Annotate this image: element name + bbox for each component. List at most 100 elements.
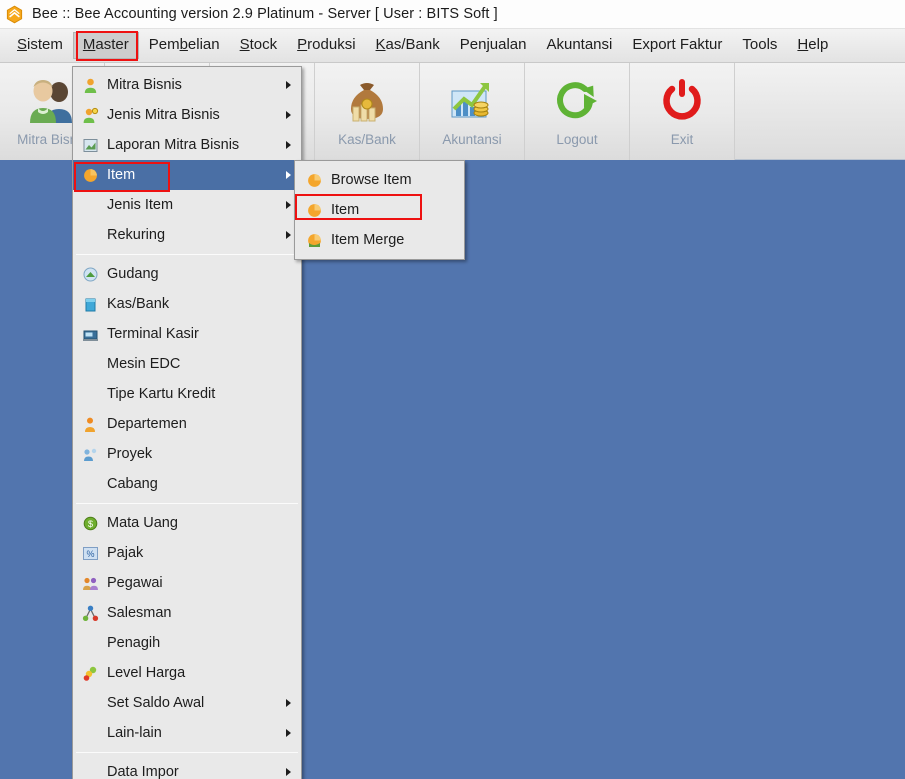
menu-label: Departemen [107,416,187,432]
menu-item-laporan-mitra-bisnis[interactable]: Laporan Mitra Bisnis [73,130,301,160]
menu-item-level-harga[interactable]: Level Harga [73,658,301,688]
blue-project-icon [81,445,99,463]
application-window: Bee :: Bee Accounting version 2.9 Platin… [0,0,905,779]
menu-item-gudang[interactable]: Gudang [73,259,301,289]
menu-tools[interactable]: Tools [732,32,787,59]
salesman-network-icon [81,604,99,622]
menu-label: Pegawai [107,575,163,591]
no-icon [81,634,99,652]
menu-export-faktur[interactable]: Export Faktur [622,32,732,59]
menu-label: Lain-lain [107,725,162,741]
menu-item-departemen[interactable]: Departemen [73,409,301,439]
chevron-right-icon [286,201,291,209]
blue-cash-icon [81,295,99,313]
title-bar: Bee :: Bee Accounting version 2.9 Platin… [0,0,905,29]
menu-penjualan[interactable]: Penjualan [450,32,537,59]
submenu-item-item[interactable]: Item [295,195,464,225]
cash-register-icon [81,325,99,343]
window-title: Bee :: Bee Accounting version 2.9 Platin… [32,6,498,22]
toolbar-button-akuntansi[interactable]: Akuntansi [420,63,525,160]
menu-master[interactable]: Master [72,32,139,59]
menu-label: Laporan Mitra Bisnis [107,137,240,153]
menu-item-lain-lain[interactable]: Lain-lain [73,718,301,748]
menu-item-jenis-item[interactable]: Jenis Item [73,190,301,220]
submenu-item-browse-item[interactable]: Browse Item [295,165,464,195]
no-icon [81,355,99,373]
menu-label: Item [331,202,360,218]
menu-label: Salesman [107,605,172,621]
menu-item-mata-uang[interactable]: $ Mata Uang [73,508,301,538]
menu-item-penagih[interactable]: Penagih [73,628,301,658]
report-page-icon [81,136,99,154]
menu-label: Kas/Bank [107,296,170,312]
menu-item-salesman[interactable]: Salesman [73,598,301,628]
orange-box-item-icon [305,201,323,219]
menu-item-data-impor[interactable]: Data Impor [73,757,301,779]
menu-label: Tipe Kartu Kredit [107,386,216,402]
two-people-icon [26,74,78,126]
menu-label: Data Impor [107,764,179,779]
menu-item-pajak[interactable]: % Pajak [73,538,301,568]
menu-label: Terminal Kasir [107,326,199,342]
orange-person-icon [81,76,99,94]
menu-item-set-saldo-awal[interactable]: Set Saldo Awal [73,688,301,718]
menu-item-rekuring[interactable]: Rekuring [73,220,301,250]
menu-item-jenis-mitra-bisnis[interactable]: Jenis Mitra Bisnis [73,100,301,130]
menu-item-kas-bank[interactable]: Kas/Bank [73,289,301,319]
menu-label: Jenis Item [107,197,174,213]
toolbar-button-exit[interactable]: Exit [630,63,735,160]
menu-separator [76,254,298,255]
menu-item-terminal-kasir[interactable]: Terminal Kasir [73,319,301,349]
toolbar-button-logout[interactable]: Logout [525,63,630,160]
menu-akuntansi[interactable]: Akuntansi [536,32,622,59]
person-key-icon [81,106,99,124]
menu-item-item[interactable]: Item [73,160,301,190]
menu-separator [76,752,298,753]
orange-person-icon [81,415,99,433]
menu-stock[interactable]: Stock [230,32,288,59]
no-icon [81,475,99,493]
svg-text:$: $ [87,519,92,529]
chevron-right-icon [286,699,291,707]
menu-item-mitra-bisnis[interactable]: Mitra Bisnis [73,70,301,100]
menu-label: Cabang [107,476,158,492]
no-icon [81,196,99,214]
orange-box-item-icon [81,166,99,184]
menu-item-proyek[interactable]: Proyek [73,439,301,469]
menu-sistem[interactable]: Sistem [7,32,73,59]
bee-hexagon-logo-icon [5,5,24,24]
item-submenu: Browse Item Item Item Merge [294,160,465,260]
menu-produksi[interactable]: Produksi [287,32,365,59]
menu-label: Browse Item [331,172,412,188]
menu-item-cabang[interactable]: Cabang [73,469,301,499]
no-icon [81,226,99,244]
no-icon [81,763,99,779]
employees-icon [81,574,99,592]
toolbar-label-kas-bank: Kas/Bank [338,132,396,147]
green-logout-arrow-icon [551,74,603,126]
menu-separator [76,503,298,504]
menu-kas-bank[interactable]: Kas/Bank [366,32,450,59]
chevron-right-icon [286,171,291,179]
price-tag-icon [81,664,99,682]
master-dropdown-menu: Mitra Bisnis Jenis Mitra Bisnis Laporan … [72,66,302,779]
orange-box-item-icon [305,171,323,189]
no-icon [81,724,99,742]
chevron-right-icon [286,768,291,776]
menu-item-pegawai[interactable]: Pegawai [73,568,301,598]
menu-label: Item Merge [331,232,405,248]
menu-item-mesin-edc[interactable]: Mesin EDC [73,349,301,379]
menu-pembelian[interactable]: Pembelian [139,32,230,59]
money-bag-icon [341,74,393,126]
menu-label: Set Saldo Awal [107,695,205,711]
menu-label: Mata Uang [107,515,178,531]
submenu-item-item-merge[interactable]: Item Merge [295,225,464,255]
chevron-right-icon [286,111,291,119]
menu-label: Gudang [107,266,159,282]
green-warehouse-icon [81,265,99,283]
menu-label: Mitra Bisnis [107,77,182,93]
menu-item-tipe-kartu-kredit[interactable]: Tipe Kartu Kredit [73,379,301,409]
menu-help[interactable]: Help [787,32,838,59]
toolbar-button-kas-bank[interactable]: Kas/Bank [315,63,420,160]
menu-label: Penagih [107,635,161,651]
